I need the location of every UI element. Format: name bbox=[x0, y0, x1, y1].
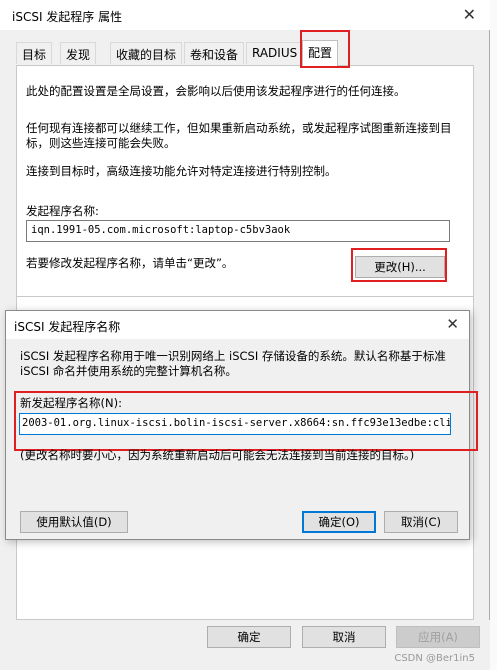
new-name-input[interactable]: 2003-01.org.linux-iscsi.bolin-iscsi-serv… bbox=[19, 413, 451, 435]
change-hint-text: 若要修改发起程序名称，请单击“更改”。 bbox=[26, 256, 234, 270]
config-existing-text: 任何现有连接都可以继续工作，但如果重新启动系统，或发起程序试图重新连接到目标，则… bbox=[26, 121, 452, 150]
dialog-description: iSCSI 发起程序名称用于唯一识别网络上 iSCSI 存储设备的系统。默认名称… bbox=[20, 349, 446, 378]
dialog-ok-button[interactable]: 确定(O) bbox=[302, 511, 376, 533]
dialog-cancel-button[interactable]: 取消(C) bbox=[384, 511, 458, 533]
initiator-name-label: 发起程序名称: bbox=[26, 204, 99, 218]
initiator-name-dialog: iSCSI 发起程序名称 ✕ iSCSI 发起程序名称用于唯一识别网络上 iSC… bbox=[5, 310, 478, 540]
tab-favorite-targets[interactable]: 收藏的目标 bbox=[110, 42, 183, 64]
ok-button[interactable]: 确定 bbox=[207, 626, 291, 648]
cancel-button[interactable]: 取消 bbox=[302, 626, 386, 648]
title-bar: iSCSI 发起程序 属性 ✕ bbox=[0, 0, 490, 30]
dialog-title: iSCSI 发起程序名称 bbox=[14, 320, 121, 334]
watermark: CSDN @Ber1in5 bbox=[394, 653, 475, 664]
background-window-edge bbox=[490, 0, 497, 670]
use-default-button[interactable]: 使用默认值(D) bbox=[20, 511, 128, 533]
tab-discovery[interactable]: 发现 bbox=[60, 42, 97, 64]
config-advanced-text: 连接到目标时，高级连接功能允许对特定连接进行特别控制。 bbox=[26, 164, 337, 178]
tab-configuration[interactable]: 配置 bbox=[302, 40, 339, 66]
close-icon[interactable]: ✕ bbox=[463, 5, 476, 24]
group-divider bbox=[16, 296, 474, 297]
tab-volumes-devices[interactable]: 卷和设备 bbox=[184, 42, 245, 64]
initiator-name-field: iqn.1991-05.com.microsoft:laptop-c5bv3ao… bbox=[26, 220, 450, 242]
dialog-close-icon[interactable]: ✕ bbox=[446, 315, 459, 333]
new-name-label: 新发起程序名称(N): bbox=[20, 396, 122, 410]
tab-targets[interactable]: 目标 bbox=[16, 42, 53, 64]
change-button[interactable]: 更改(H)... bbox=[355, 256, 445, 278]
dialog-warning: (更改名称时要小心，因为系统重新启动后可能会无法连接到当前连接的目标。) bbox=[20, 448, 415, 462]
tab-radius[interactable]: RADIUS bbox=[246, 42, 304, 64]
apply-button[interactable]: 应用(A) bbox=[396, 626, 480, 648]
dialog-title-bar: iSCSI 发起程序名称 ✕ bbox=[6, 311, 469, 339]
config-intro-text: 此处的配置设置是全局设置，会影响以后使用该发起程序进行的任何连接。 bbox=[26, 84, 406, 98]
window-title: iSCSI 发起程序 属性 bbox=[12, 10, 123, 24]
